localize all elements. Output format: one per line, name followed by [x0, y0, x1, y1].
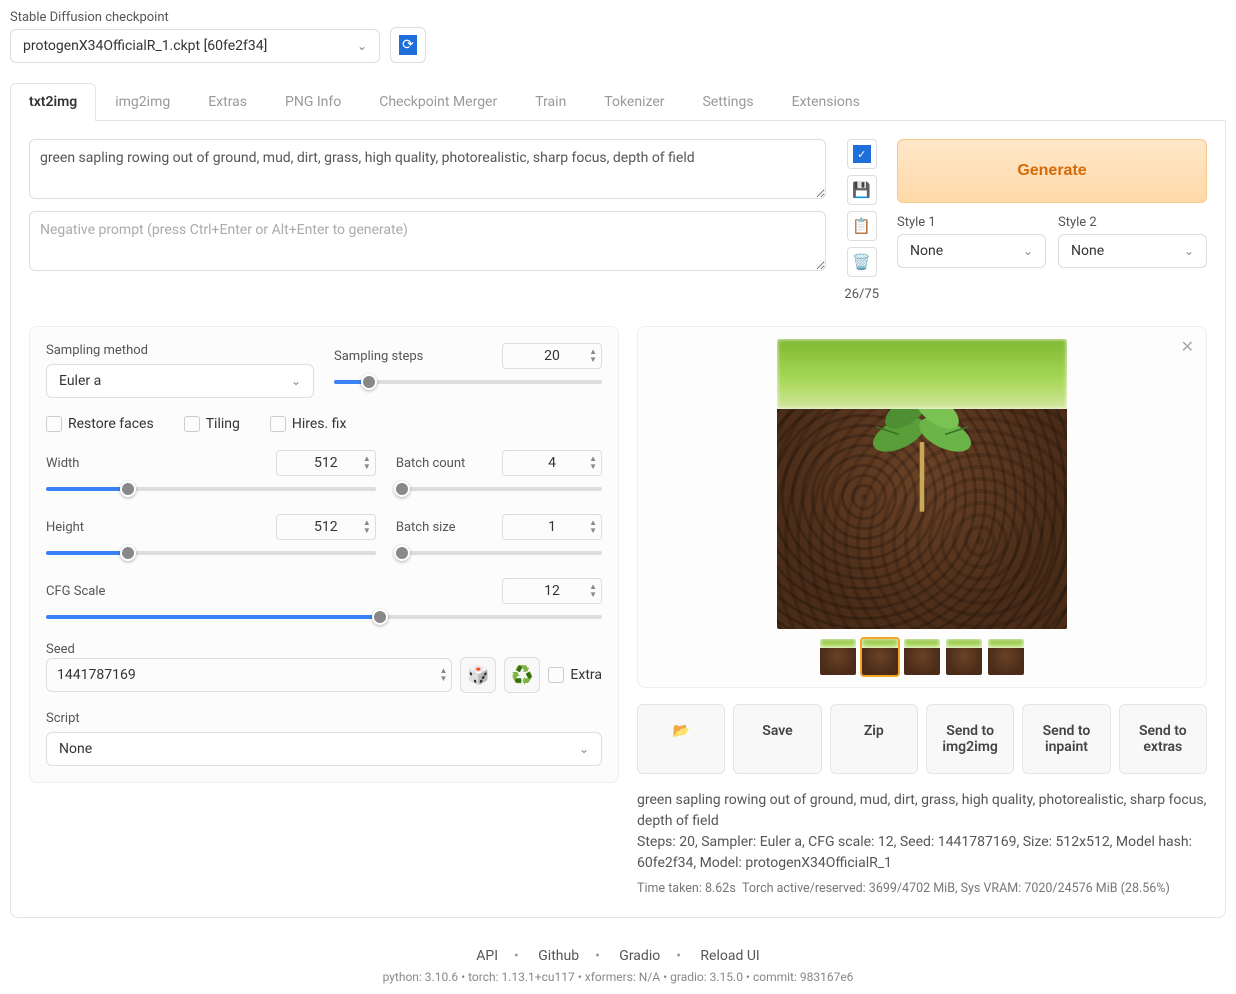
- send-extras-button[interactable]: Send to extras: [1119, 704, 1207, 774]
- tab-extensions[interactable]: Extensions: [773, 83, 879, 120]
- refresh-checkpoint-button[interactable]: ⟳: [390, 27, 426, 63]
- thumbnail-2[interactable]: [904, 639, 940, 675]
- thumbnail-grid[interactable]: [820, 639, 856, 675]
- style2-label: Style 2: [1058, 215, 1207, 230]
- tab-train[interactable]: Train: [516, 83, 585, 120]
- interrogate-button[interactable]: ✓: [847, 139, 877, 169]
- chevron-down-icon: ⌄: [1184, 244, 1194, 258]
- batch-size-label: Batch size: [396, 520, 456, 535]
- script-select[interactable]: None⌄: [46, 732, 602, 766]
- script-label: Script: [46, 711, 602, 726]
- checkpoint-select[interactable]: protogenX34OfficialR_1.ckpt [60fe2f34] ⌄: [10, 29, 380, 63]
- send-inpaint-button[interactable]: Send to inpaint: [1022, 704, 1110, 774]
- zip-button[interactable]: Zip: [830, 704, 918, 774]
- tab-settings[interactable]: Settings: [683, 83, 772, 120]
- chevron-down-icon: ⌄: [579, 742, 589, 756]
- token-counter: 26/75: [844, 287, 879, 302]
- save-button[interactable]: Save: [733, 704, 821, 774]
- cfg-input[interactable]: 12▲▼: [502, 578, 602, 604]
- prompt-input[interactable]: green sapling rowing out of ground, mud,…: [29, 139, 826, 199]
- footer-versions: python: 3.10.6 • torch: 1.13.1+cu117 • x…: [10, 970, 1226, 984]
- trash-icon: 🗑️: [852, 253, 871, 271]
- footer-api-link[interactable]: API: [476, 948, 498, 964]
- footer-github-link[interactable]: Github: [538, 948, 579, 964]
- random-seed-button[interactable]: 🎲: [460, 657, 496, 693]
- restore-faces-checkbox[interactable]: Restore faces: [46, 416, 154, 432]
- sapling-icon: [835, 409, 1009, 519]
- floppy-icon: 💾: [852, 181, 871, 199]
- seed-input[interactable]: 1441787169▲▼: [46, 658, 452, 692]
- tab-checkpoint-merger[interactable]: Checkpoint Merger: [360, 83, 516, 120]
- sampling-steps-input[interactable]: 20▲▼: [502, 343, 602, 369]
- time-taken-text: Time taken: 8.62s: [637, 881, 736, 896]
- tab-extras[interactable]: Extras: [189, 83, 266, 120]
- batch-size-input[interactable]: 1▲▼: [502, 514, 602, 540]
- thumbnail-3[interactable]: [946, 639, 982, 675]
- negative-prompt-input[interactable]: [29, 211, 826, 271]
- recycle-icon: ♻️: [511, 665, 533, 686]
- style2-select[interactable]: None⌄: [1058, 234, 1207, 268]
- batch-size-slider[interactable]: [396, 546, 602, 560]
- hires-fix-checkbox[interactable]: Hires. fix: [270, 416, 347, 432]
- chevron-down-icon: ⌄: [357, 39, 367, 53]
- height-input[interactable]: 512▲▼: [276, 514, 376, 540]
- height-label: Height: [46, 520, 84, 535]
- sampling-method-label: Sampling method: [46, 343, 314, 358]
- cfg-slider[interactable]: [46, 610, 602, 624]
- tab-txt2img[interactable]: txt2img: [10, 83, 96, 121]
- chevron-down-icon: ⌄: [291, 374, 301, 388]
- sampling-method-select[interactable]: Euler a⌄: [46, 364, 314, 398]
- tab-pnginfo[interactable]: PNG Info: [266, 83, 360, 120]
- cfg-label: CFG Scale: [46, 584, 105, 599]
- send-img2img-button[interactable]: Send to img2img: [926, 704, 1014, 774]
- close-preview-button[interactable]: ✕: [1181, 337, 1194, 356]
- width-slider[interactable]: [46, 482, 376, 496]
- batch-count-input[interactable]: 4▲▼: [502, 450, 602, 476]
- extra-seed-checkbox[interactable]: Extra: [548, 667, 602, 683]
- footer-gradio-link[interactable]: Gradio: [619, 948, 660, 964]
- sampling-steps-slider[interactable]: [334, 375, 602, 389]
- seed-label: Seed: [46, 642, 602, 657]
- batch-count-label: Batch count: [396, 456, 465, 471]
- tab-tokenizer[interactable]: Tokenizer: [585, 83, 683, 120]
- tab-img2img[interactable]: img2img: [96, 83, 189, 120]
- main-tabs: txt2img img2img Extras PNG Info Checkpoi…: [10, 83, 1226, 121]
- height-slider[interactable]: [46, 546, 376, 560]
- output-image[interactable]: [777, 339, 1067, 629]
- save-preset-button[interactable]: 💾: [847, 175, 877, 205]
- chevron-down-icon: ⌄: [1023, 244, 1033, 258]
- sampling-steps-label: Sampling steps: [334, 349, 423, 364]
- refresh-icon: ⟳: [399, 35, 417, 55]
- generation-params-text: Steps: 20, Sampler: Euler a, CFG scale: …: [637, 832, 1207, 874]
- paste-button[interactable]: 📋: [847, 211, 877, 241]
- thumbnail-1[interactable]: [862, 639, 898, 675]
- batch-count-slider[interactable]: [396, 482, 602, 496]
- style1-label: Style 1: [897, 215, 1046, 230]
- style1-select[interactable]: None⌄: [897, 234, 1046, 268]
- generate-button[interactable]: Generate: [897, 139, 1207, 203]
- open-folder-button[interactable]: 📂: [637, 704, 725, 774]
- width-label: Width: [46, 456, 79, 471]
- width-input[interactable]: 512▲▼: [276, 450, 376, 476]
- footer-reload-link[interactable]: Reload UI: [700, 948, 759, 964]
- thumbnail-4[interactable]: [988, 639, 1024, 675]
- clear-button[interactable]: 🗑️: [847, 247, 877, 277]
- dice-icon: 🎲: [467, 665, 489, 686]
- clipboard-icon: 📋: [852, 217, 871, 235]
- reuse-seed-button[interactable]: ♻️: [504, 657, 540, 693]
- generation-prompt-text: green sapling rowing out of ground, mud,…: [637, 790, 1207, 832]
- checkpoint-label: Stable Diffusion checkpoint: [10, 10, 380, 25]
- folder-icon: 📂: [672, 723, 689, 739]
- tiling-checkbox[interactable]: Tiling: [184, 416, 240, 432]
- memory-text: Torch active/reserved: 3699/4702 MiB, Sy…: [742, 881, 1170, 896]
- check-icon: ✓: [853, 145, 871, 163]
